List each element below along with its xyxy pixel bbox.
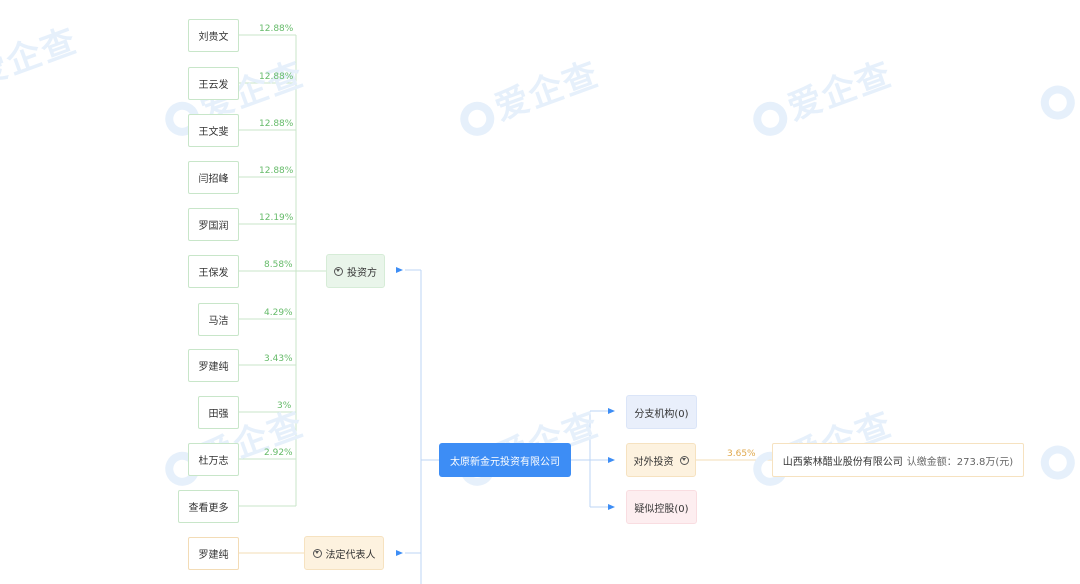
arrow-right-icon: [608, 504, 615, 510]
investment-percent: 3.65%: [727, 449, 756, 459]
investee-company-node[interactable]: 山西紫林醋业股份有限公司 认缴金额：273.8万(元): [772, 443, 1024, 477]
center-company-node[interactable]: 太原新金元投资有限公司: [439, 443, 571, 477]
arrow-right-icon: [396, 267, 403, 273]
collapse-icon: [679, 455, 689, 465]
shareholder-node[interactable]: 罗国润: [188, 208, 239, 241]
arrow-right-icon: [608, 408, 615, 414]
share-percent: 12.88%: [259, 24, 294, 34]
arrow-right-icon: [396, 550, 403, 556]
share-percent: 3%: [277, 401, 292, 411]
shareholder-node[interactable]: 杜万志: [188, 443, 239, 476]
share-percent: 4.29%: [264, 308, 293, 318]
view-more-button[interactable]: 查看更多: [178, 490, 239, 523]
arrow-right-icon: [608, 457, 615, 463]
suspected-control-group[interactable]: 疑似控股(0): [626, 490, 697, 524]
collapse-icon: [334, 266, 343, 276]
shareholder-node[interactable]: 罗建纯: [188, 349, 239, 382]
legal-rep-node[interactable]: 罗建纯: [188, 537, 239, 570]
outbound-investment-toggle[interactable]: 对外投资: [626, 443, 696, 477]
share-percent: 12.88%: [259, 119, 294, 129]
shareholder-node[interactable]: 王云发: [188, 67, 239, 100]
share-percent: 12.88%: [259, 166, 294, 176]
branches-group[interactable]: 分支机构(0): [626, 395, 697, 429]
shareholder-node[interactable]: 闫招峰: [188, 161, 239, 194]
shareholder-node[interactable]: 田强: [198, 396, 239, 429]
shareholder-node[interactable]: 王保发: [188, 255, 239, 288]
shareholder-node[interactable]: 马洁: [198, 303, 239, 336]
investor-group-toggle[interactable]: 投资方: [326, 254, 385, 288]
collapse-icon: [312, 548, 322, 558]
shareholder-node[interactable]: 王文斐: [188, 114, 239, 147]
share-percent: 12.19%: [259, 213, 294, 223]
share-percent: 12.88%: [259, 72, 294, 82]
share-percent: 2.92%: [264, 448, 293, 458]
share-percent: 3.43%: [264, 354, 293, 364]
shareholder-node[interactable]: 刘贵文: [188, 19, 239, 52]
share-percent: 8.58%: [264, 260, 293, 270]
legal-rep-group-toggle[interactable]: 法定代表人: [304, 536, 384, 570]
